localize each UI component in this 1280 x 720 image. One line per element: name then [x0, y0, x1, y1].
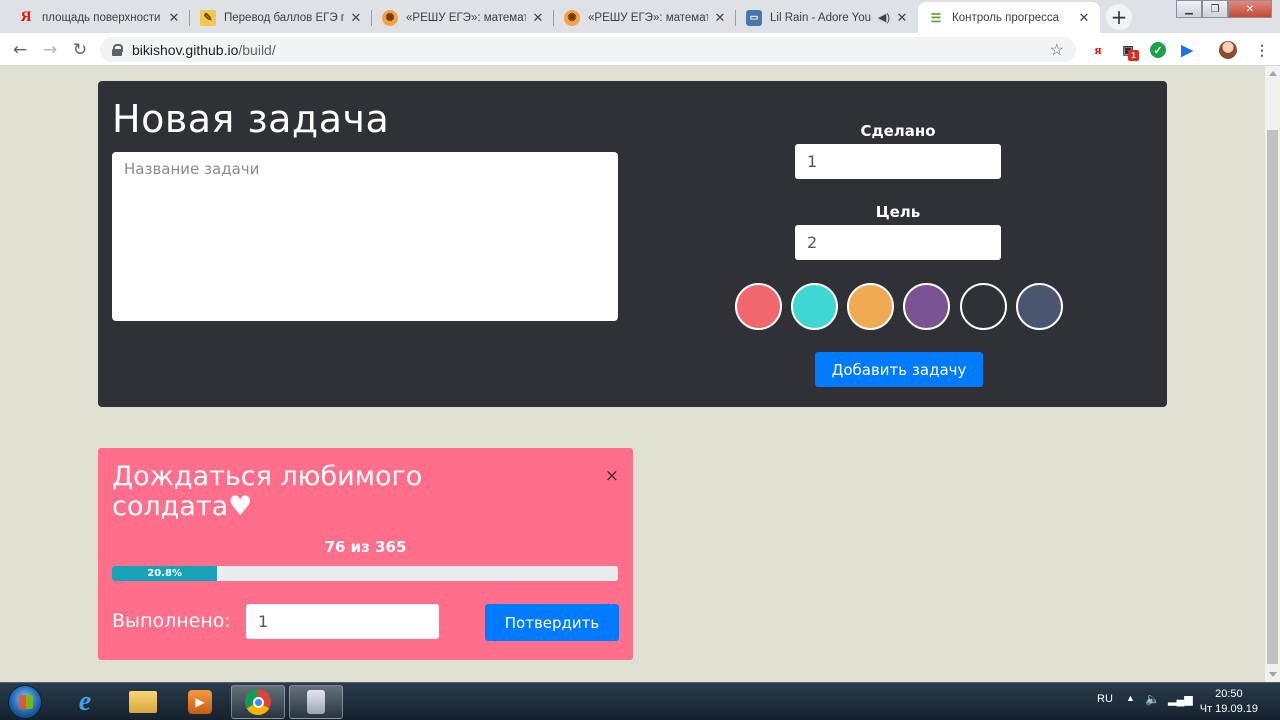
color-swatch-orange[interactable] — [847, 283, 894, 330]
color-swatch-red[interactable] — [735, 283, 782, 330]
yandex-icon: Я — [20, 9, 32, 25]
new-task-panel: Новая задача Сделано Цель Добавить задач… — [98, 81, 1167, 407]
system-clock[interactable]: 20:50 Чт 19.09.19 — [1200, 687, 1258, 717]
tab-5[interactable]: ▭ Lil Rain - Adore You ◀) ✕ — [736, 2, 918, 33]
tab-2[interactable]: ✎ Перевод баллов ЕГЭ по ✕ — [190, 2, 372, 33]
scroll-down-icon[interactable] — [1269, 672, 1277, 677]
menu-icon[interactable]: ⋮ — [1253, 41, 1271, 59]
progress-fill: 20.8% — [112, 566, 218, 581]
address-bar[interactable]: bikishov.github.io/build/ ☆ — [100, 37, 1076, 62]
maximize-button[interactable]: ❐ — [1202, 0, 1228, 18]
extension-icon[interactable]: ▣ 1 — [1119, 41, 1139, 61]
vk-icon: ▭ — [746, 9, 762, 26]
chrome-taskbar-icon[interactable] — [231, 685, 285, 719]
tab-strip: Я площадь поверхности п ✕ ✎ Перевод балл… — [0, 0, 1280, 33]
scrollbar-thumb[interactable] — [1267, 130, 1278, 664]
close-icon[interactable]: ✕ — [1076, 10, 1092, 26]
close-icon[interactable]: ✕ — [530, 10, 546, 26]
media-player-icon[interactable]: ▶ — [173, 685, 227, 719]
close-icon[interactable]: × — [605, 466, 619, 486]
task-title: Дождаться любимого солдата♥ — [112, 461, 423, 522]
back-arrow-icon[interactable]: ← — [9, 39, 31, 61]
close-icon[interactable]: ✕ — [894, 10, 910, 26]
close-window-button[interactable]: ✕ — [1228, 0, 1272, 18]
speaker-icon[interactable]: ◀) — [878, 11, 890, 24]
close-icon[interactable]: ✕ — [348, 10, 364, 26]
page-scrollbar[interactable] — [1265, 66, 1280, 682]
tab-3[interactable]: ✺ «РЕШУ ЕГЭ»: математик ✕ — [372, 2, 554, 33]
tray-expand-icon[interactable]: ▲ — [1126, 693, 1135, 703]
progress-count: 76 из 365 — [324, 538, 407, 556]
url-host: bikishov.github.io — [132, 41, 239, 58]
url-path: /build/ — [238, 41, 276, 58]
confirm-button[interactable]: Потвердить — [485, 604, 619, 641]
yandex-extension-icon[interactable]: я — [1089, 41, 1107, 59]
progress-bar: 20.8% — [112, 566, 618, 581]
goal-input[interactable] — [795, 225, 1001, 260]
tab-title: Перевод баллов ЕГЭ по — [224, 11, 344, 24]
reshu-ege-icon: ✺ — [382, 9, 398, 26]
scroll-up-icon[interactable] — [1269, 71, 1277, 76]
tab-title: Контроль прогресса — [952, 11, 1060, 24]
done-input[interactable] — [795, 144, 1001, 179]
check-extension-icon[interactable]: ✓ — [1149, 41, 1167, 59]
reshu-ege-icon: ✺ — [564, 9, 580, 26]
browser-toolbar: ← → ↻ bikishov.github.io/build/ ☆ я ▣ 1 … — [0, 33, 1280, 66]
extension-badge: 1 — [1128, 50, 1139, 61]
close-icon[interactable]: ✕ — [166, 10, 182, 26]
done-label: Сделано — [860, 122, 936, 140]
completed-label: Выполнено: — [112, 610, 231, 632]
add-task-button[interactable]: Добавить задачу — [815, 352, 983, 387]
tab-6-active[interactable]: ☰ Контроль прогресса ✕ — [918, 2, 1100, 33]
minimize-button[interactable]: ▁ — [1176, 0, 1202, 18]
tab-title: Lil Rain - Adore You — [770, 11, 872, 24]
close-icon[interactable]: ✕ — [712, 10, 728, 26]
color-swatch-dark[interactable] — [960, 283, 1007, 330]
avatar[interactable] — [1219, 41, 1237, 59]
tab-title: «РЕШУ ЕГЭ»: математик — [406, 11, 526, 24]
color-swatch-purple[interactable] — [903, 283, 950, 330]
network-signal-icon[interactable]: ▂▄▆ — [1168, 693, 1193, 706]
play-extension-icon[interactable]: ▶ — [1178, 41, 1196, 59]
reload-icon[interactable]: ↻ — [69, 39, 91, 61]
page-icon: ☰ — [930, 10, 942, 25]
tab-title: площадь поверхности п — [42, 11, 162, 24]
file-explorer-icon[interactable] — [116, 685, 170, 719]
tab-1[interactable]: Я площадь поверхности п ✕ — [8, 2, 190, 33]
ege-icon: ✎ — [200, 9, 216, 26]
tab-4[interactable]: ✺ «РЕШУ ЕГЭ»: математик ✕ — [554, 2, 736, 33]
color-swatch-cyan[interactable] — [791, 283, 838, 330]
task-name-input[interactable] — [112, 152, 618, 321]
lock-icon — [112, 43, 123, 56]
volume-icon[interactable]: 🔈 — [1145, 692, 1160, 706]
color-swatch-slate[interactable] — [1016, 283, 1063, 330]
language-indicator[interactable]: RU — [1097, 693, 1113, 705]
clock-date: Чт 19.09.19 — [1199, 703, 1258, 715]
forward-arrow-icon[interactable]: → — [39, 39, 61, 61]
start-button[interactable] — [8, 685, 42, 719]
clock-time: 20:50 — [1215, 688, 1243, 700]
task-card: Дождаться любимого солдата♥ × 76 из 365 … — [98, 448, 633, 660]
bookmark-star-icon[interactable]: ☆ — [1050, 40, 1064, 60]
goal-label: Цель — [875, 203, 921, 221]
window-controls: ▁ ❐ ✕ — [1176, 0, 1272, 18]
new-task-title: Новая задача — [112, 97, 390, 141]
app-taskbar-icon[interactable] — [289, 685, 343, 719]
tab-title: «РЕШУ ЕГЭ»: математик — [588, 11, 708, 24]
completed-input[interactable] — [246, 604, 439, 639]
internet-explorer-icon[interactable]: e — [58, 685, 112, 719]
page-viewport: Новая задача Сделано Цель Добавить задач… — [0, 66, 1265, 682]
windows-taskbar: e ▶ RU ▲ 🔈 ▂▄▆ 20:50 Чт 19.09.19 — [0, 682, 1280, 720]
new-tab-button[interactable]: + — [1106, 4, 1132, 30]
